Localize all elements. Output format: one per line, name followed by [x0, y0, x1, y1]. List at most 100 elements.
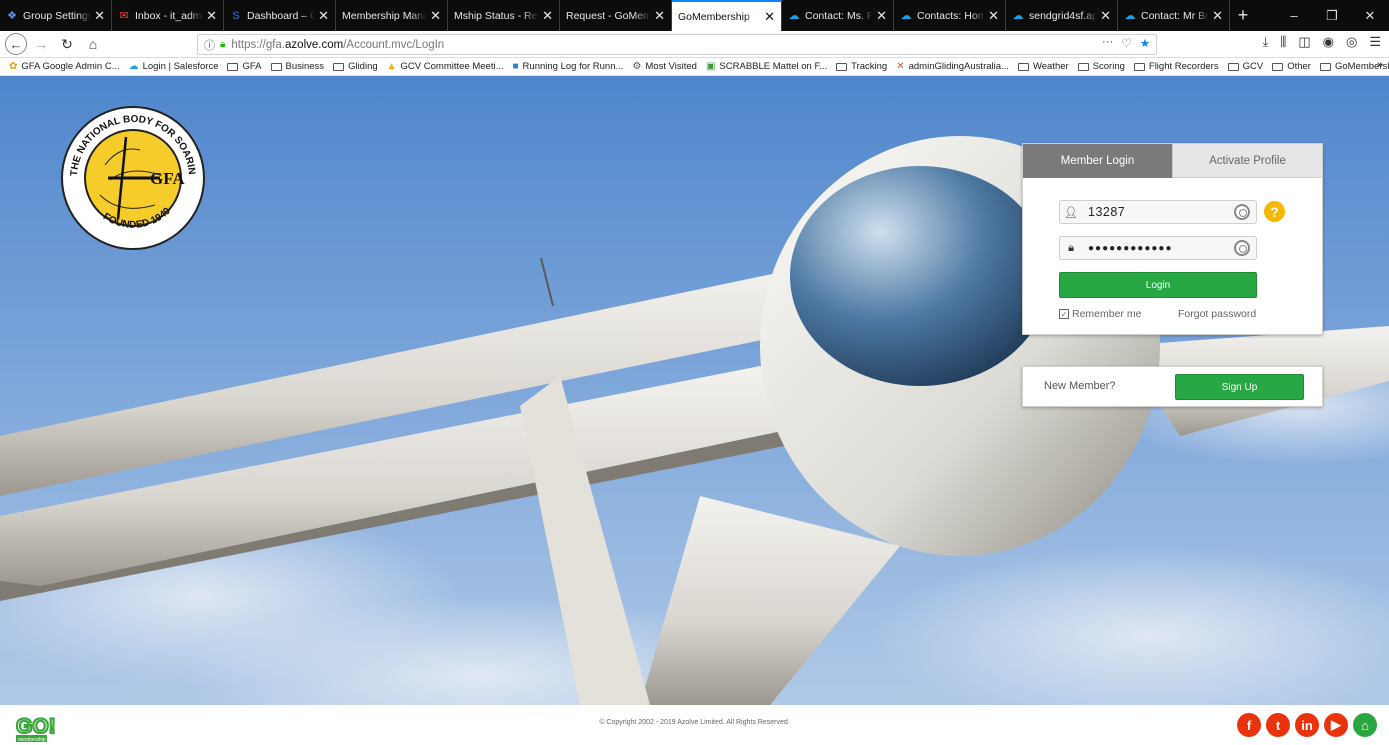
youtube-icon[interactable]: ▶ — [1324, 713, 1348, 737]
browser-tab[interactable]: Mship Status - Report✕ — [448, 0, 560, 31]
password-manager-icon[interactable] — [1234, 204, 1250, 220]
bookmarks-toolbar: ✿ GFA Google Admin C... ☁ Login | Salesforc… — [0, 58, 1389, 76]
library-icon[interactable]: ⫼ — [1280, 34, 1286, 50]
bookmark-star-icon[interactable]: ★ — [1140, 36, 1150, 50]
tab-title: Dashboard – Glidi — [247, 9, 315, 22]
folder-icon — [1227, 62, 1239, 71]
close-icon[interactable]: ✕ — [654, 8, 665, 24]
bookmark-item[interactable]: Weather — [1017, 61, 1069, 72]
help-icon[interactable]: ? — [1264, 201, 1285, 222]
close-icon[interactable]: ✕ — [1212, 8, 1223, 24]
reload-button[interactable]: ↻ — [55, 33, 79, 55]
salesforce-cloud-icon: ☁ — [1012, 10, 1024, 22]
browser-tab[interactable]: S Dashboard – Glidi✕ — [224, 0, 336, 31]
twitter-icon[interactable]: t — [1266, 713, 1290, 737]
close-icon[interactable]: ✕ — [206, 8, 217, 24]
close-icon[interactable]: ✕ — [764, 9, 775, 25]
salesforce-cloud-icon: ☁ — [128, 61, 139, 72]
app-icon: ■ — [512, 61, 519, 72]
bookmark-item[interactable]: ⚙ Most Visited — [632, 61, 697, 72]
bookmark-item[interactable]: ▲ GCV Committee Meeti... — [387, 61, 504, 72]
browser-tab[interactable]: ☁ sendgrid4sf.ap4.vi✕ — [1006, 0, 1118, 31]
checkbox-checked-icon[interactable]: ✓ — [1059, 309, 1069, 319]
folder-icon — [836, 62, 848, 71]
bookmark-item[interactable]: Business — [270, 61, 325, 72]
account-icon[interactable]: ◉ — [1323, 34, 1334, 50]
bookmark-item[interactable]: GCV — [1227, 61, 1263, 72]
browser-tab[interactable]: GoMembership ✕ — [672, 0, 782, 31]
joomla-icon: ✕ — [896, 61, 905, 72]
bookmark-label: Tracking — [851, 61, 888, 72]
browser-tab[interactable]: Request - GoMember✕ — [560, 0, 672, 31]
google-groups-icon: ❖ — [7, 10, 17, 22]
bookmark-item[interactable]: ✕ adminGlidingAustralia... — [896, 61, 1009, 72]
username-field[interactable]: 👤︎ 13287 — [1059, 200, 1257, 224]
back-button[interactable]: ← — [5, 33, 27, 55]
sign-up-button[interactable]: Sign Up — [1175, 374, 1304, 400]
close-window-icon[interactable]: ✕ — [1351, 0, 1389, 31]
tab-title: Membership Manage — [342, 9, 427, 22]
bookmark-item[interactable]: Other — [1272, 61, 1311, 72]
tab-activate-profile[interactable]: Activate Profile — [1172, 144, 1322, 178]
github-icon[interactable]: ◎ — [1346, 34, 1357, 50]
tab-title: Group Settings - — [23, 9, 92, 22]
bookmark-item[interactable]: Gliding — [333, 61, 378, 72]
folder-icon — [1017, 62, 1029, 71]
forgot-password-link[interactable]: Forgot password — [1178, 308, 1256, 320]
linkedin-icon[interactable]: in — [1295, 713, 1319, 737]
login-button[interactable]: Login — [1059, 272, 1257, 298]
bookmark-item[interactable]: ☁ Login | Salesforce — [129, 61, 219, 72]
bookmark-item[interactable]: GFA — [227, 61, 262, 72]
password-field[interactable]: 🔒︎ ●●●●●●●●●●●● — [1059, 236, 1257, 260]
bookmark-item[interactable]: ✿ GFA Google Admin C... — [9, 61, 120, 72]
minimize-icon[interactable]: – — [1275, 0, 1313, 31]
tab-title: Inbox - it_admin@ — [135, 9, 203, 22]
lock-icon: 🔒︎ — [1068, 241, 1074, 254]
close-icon[interactable]: ✕ — [542, 8, 553, 24]
close-icon[interactable]: ✕ — [988, 8, 999, 24]
sidebar-icon[interactable]: ◫ — [1298, 34, 1310, 50]
url-bar[interactable]: ⓘ 🔒︎ https://gfa.azolve.com/Account.mvc/… — [197, 34, 1157, 55]
bookmark-item[interactable]: Flight Recorders — [1133, 61, 1219, 72]
close-icon[interactable]: ✕ — [1100, 8, 1111, 24]
bookmark-label: GFA Google Admin C... — [21, 61, 120, 72]
site-info-icon[interactable]: ⓘ — [204, 37, 215, 53]
forward-button[interactable]: → — [29, 33, 53, 55]
browser-window: ❖Group Settings - ✕✉Inbox - it_admin@✕SD… — [0, 0, 1389, 745]
close-icon[interactable]: ✕ — [430, 8, 441, 24]
close-icon[interactable]: ✕ — [318, 8, 329, 24]
bookmark-label: adminGlidingAustralia... — [908, 61, 1009, 72]
restore-icon[interactable]: ❐ — [1313, 0, 1351, 31]
tab-title: Contacts: Home ~ — [917, 9, 985, 22]
browser-tab[interactable]: Membership Manage✕ — [336, 0, 448, 31]
home-icon[interactable]: ⌂ — [1353, 713, 1377, 737]
close-icon[interactable]: ✕ — [94, 8, 105, 24]
close-icon[interactable]: ✕ — [876, 8, 887, 24]
bookmarks-overflow-icon[interactable]: » — [1377, 59, 1383, 71]
bookmark-item[interactable]: ■ Running Log for Runn... — [513, 61, 624, 72]
bookmark-item[interactable]: Scoring — [1077, 61, 1125, 72]
password-manager-icon[interactable] — [1234, 240, 1250, 256]
browser-tab[interactable]: ✉ Inbox - it_admin@✕ — [112, 0, 224, 31]
browser-tab[interactable]: ☁ Contact: Mr Bruce✕ — [1118, 0, 1230, 31]
facebook-icon[interactable]: f — [1237, 713, 1261, 737]
page-actions-icon[interactable]: ··· — [1102, 36, 1114, 50]
tab-member-login[interactable]: Member Login — [1023, 144, 1172, 178]
bookmark-item[interactable]: ▣ SCRABBLE Mattel on F... — [706, 61, 827, 72]
bookmark-label: Gliding — [348, 61, 378, 72]
browser-tab[interactable]: ❖ Group Settings - ✕ — [0, 0, 112, 31]
remember-me-checkbox[interactable]: ✓ Remember me — [1059, 308, 1141, 320]
bookmark-label: Business — [285, 61, 325, 72]
pocket-icon[interactable]: ♡ — [1121, 36, 1131, 50]
browser-tab[interactable]: ☁ Contacts: Home ~ ✕ — [894, 0, 1006, 31]
bookmark-label: Running Log for Runn... — [522, 61, 624, 72]
google-admin-icon: ✿ — [9, 61, 18, 72]
gear-icon: ⚙ — [632, 61, 642, 72]
menu-icon[interactable]: ☰ — [1369, 34, 1381, 50]
bookmark-item[interactable]: Tracking — [836, 61, 887, 72]
new-tab-button[interactable]: + — [1230, 0, 1256, 31]
home-button[interactable]: ⌂ — [81, 33, 105, 55]
browser-tab[interactable]: ☁ Contact: Ms. Patri✕ — [782, 0, 894, 31]
folder-icon — [227, 62, 239, 71]
downloads-icon[interactable]: ⤓ — [1263, 34, 1269, 50]
